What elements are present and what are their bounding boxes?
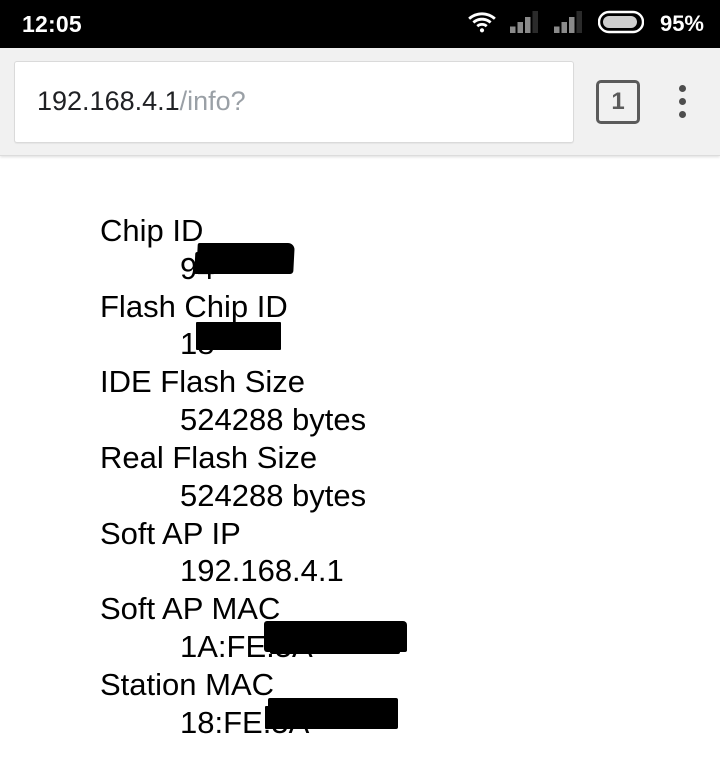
url-text: 192.168.4.1/info? (37, 88, 246, 115)
menu-dot (678, 111, 686, 118)
info-label: Real Flash Size (100, 439, 318, 475)
info-value: 18:FE: 5A (180, 697, 720, 742)
status-bar-icons: 95% (468, 10, 704, 39)
info-value-prefix: 9 (180, 250, 198, 286)
device-info-list: Chip ID 94 Flash Chip ID 18 IDE Flash Si… (0, 212, 720, 741)
info-value-suffix: 4 (197, 250, 215, 286)
signal-bars-icon (553, 10, 584, 38)
wifi-icon (468, 11, 496, 38)
info-label: Soft AP IP (100, 515, 241, 551)
info-value: 94 (180, 242, 720, 288)
status-bar-clock: 12:05 (22, 10, 82, 37)
battery-icon (597, 10, 645, 39)
info-value: 18 (180, 322, 720, 363)
overflow-menu-icon[interactable] (656, 74, 708, 130)
menu-dot (678, 98, 686, 105)
address-bar[interactable]: 192.168.4.1/info? (14, 60, 574, 143)
info-label: Soft AP MAC (100, 591, 281, 627)
signal-bars-icon (509, 10, 540, 38)
android-status-bar: 12:05 95% (0, 0, 720, 48)
info-value-suffix: 5A (271, 704, 310, 740)
info-value-suffix: 5A (274, 628, 313, 664)
info-label: Station MAC (100, 666, 275, 702)
info-label: IDE Flash Size (100, 364, 306, 400)
info-value: 1A:FE: 5A (180, 620, 720, 666)
info-label: Flash Chip ID (100, 288, 288, 324)
tab-count-label: 1 (611, 87, 625, 115)
info-value-suffix: 8 (197, 326, 215, 362)
info-value-prefix: 1 (180, 326, 198, 362)
info-value-prefix: 18:FE: (180, 704, 272, 740)
battery-percentage: 95% (659, 11, 704, 36)
toolbar-actions: 1 (574, 74, 708, 130)
tab-counter-button[interactable]: 1 (596, 79, 640, 124)
info-label: Chip ID (100, 213, 204, 248)
web-page-content: Chip ID 94 Flash Chip ID 18 IDE Flash Si… (0, 156, 720, 762)
info-value: 524288 bytes (180, 477, 367, 513)
info-value-prefix: 1A:FE: (180, 628, 275, 664)
url-host: 192.168.4.1 (37, 86, 180, 116)
info-value: 192.168.4.1 (180, 553, 344, 589)
info-value: 524288 bytes (180, 402, 367, 438)
menu-dot (678, 85, 686, 92)
url-path: /info? (179, 86, 246, 116)
browser-toolbar: 192.168.4.1/info? 1 (0, 48, 720, 156)
